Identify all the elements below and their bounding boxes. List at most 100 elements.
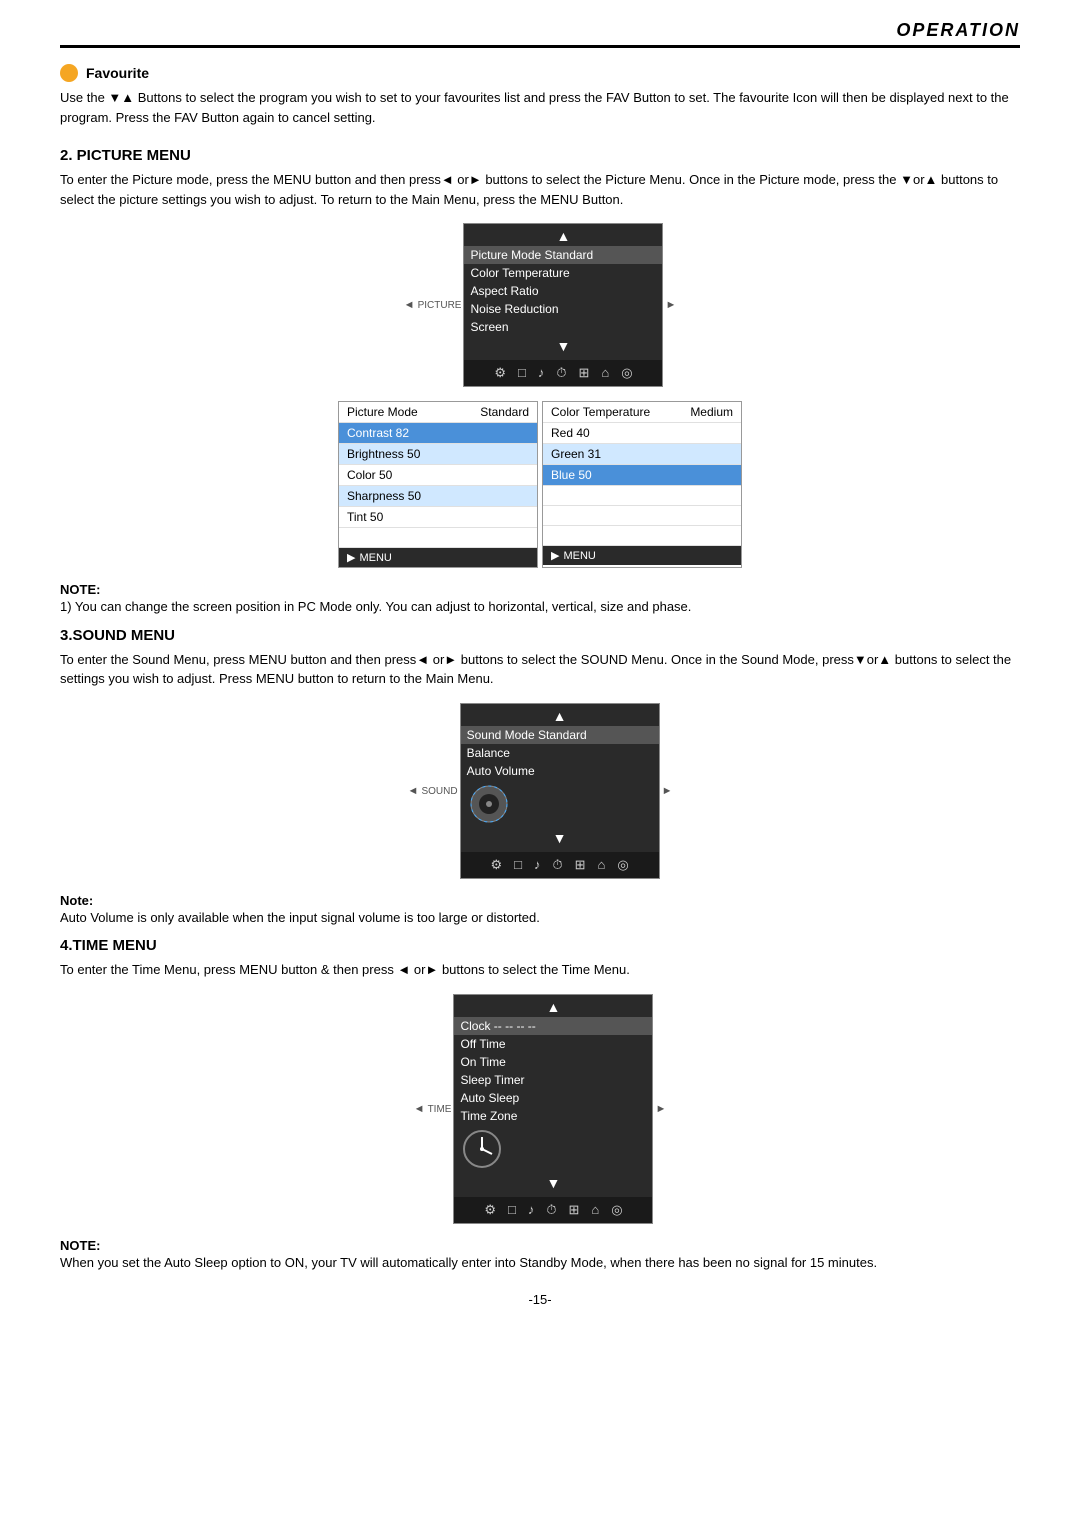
menu-label-left: MENU (359, 552, 391, 564)
circle-icon: ◎ (621, 365, 632, 381)
favourite-body: Use the ▼▲ Buttons to select the program… (60, 88, 1020, 127)
s-sound-icon: ♪ (534, 857, 541, 873)
sound-note-section: Note: Auto Volume is only available when… (60, 893, 1020, 928)
s-grid-icon: ⊞ (575, 857, 586, 873)
sound-nav-right: ► (662, 785, 673, 797)
picture-left-table: Picture Mode Standard Contrast 82 Bright… (338, 401, 538, 568)
menu-arrow-up: ▲ (464, 224, 662, 246)
home-icon: ⌂ (601, 365, 609, 381)
picture-menu-diagram: ◄ PICTURE ▲ Picture Mode Standard Color … (60, 223, 1020, 387)
pic-empty-row4 (543, 526, 741, 546)
time-item-on: On Time (454, 1053, 652, 1071)
menu-icon-right: ▶ (551, 549, 559, 562)
sound-menu-title: 3.SOUND MENU (60, 627, 1020, 644)
picture-nav-right: ► (665, 299, 676, 311)
picture-menu-section: 2. PICTURE MENU To enter the Picture mod… (60, 147, 1020, 568)
picture-label: PICTURE (418, 300, 462, 311)
pic-right-footer: ▶ MENU (543, 546, 741, 565)
time-menu-diagram: ◄ TIME ▲ Clock -- -- -- -- Off Time On T… (60, 994, 1020, 1224)
menu-item-screen: Screen (464, 318, 662, 336)
s-home-icon: ⌂ (598, 857, 606, 873)
picture-menu-box: ▲ Picture Mode Standard Color Temperatur… (463, 223, 663, 387)
color-label: Color 50 (347, 468, 392, 482)
pic-table-header-left: Picture Mode Standard (339, 402, 537, 423)
time-arrow-down: ▼ (454, 1173, 652, 1195)
sound-icon: ♪ (538, 365, 545, 381)
sound-menu-diagram: ◄ SOUND ▲ Sound Mode Standard Balance Au… (60, 703, 1020, 879)
tint-label: Tint 50 (347, 510, 383, 524)
menu-item-noise: Noise Reduction (464, 300, 662, 318)
pic-brightness-row: Brightness 50 (339, 444, 537, 465)
pic-table-header-right: Color Temperature Medium (543, 402, 741, 423)
sound-nav-left: ◄ SOUND (408, 785, 458, 797)
sound-menu-box: ▲ Sound Mode Standard Balance Auto Volum… (460, 703, 660, 879)
picture-arrow-left: ◄ (404, 299, 415, 311)
brightness-label: Brightness 50 (347, 447, 420, 461)
t-screen-icon: □ (508, 1202, 516, 1218)
time-clock-area (454, 1125, 652, 1173)
t-time-icon: ⏱ (546, 1202, 556, 1218)
favourite-icon (60, 64, 78, 82)
sound-disc-area (461, 780, 659, 828)
t-gear-icon: ⚙ (484, 1202, 496, 1218)
red-label: Red 40 (551, 426, 590, 440)
menu-icon-left: ▶ (347, 551, 355, 564)
s-circle-icon: ◎ (617, 857, 628, 873)
t-circle-icon: ◎ (611, 1202, 622, 1218)
sound-menu-section: 3.SOUND MENU To enter the Sound Menu, pr… (60, 627, 1020, 928)
grid-icon: ⊞ (579, 365, 590, 381)
pic-green-row: Green 31 (543, 444, 741, 465)
time-item-clock: Clock -- -- -- -- (454, 1017, 652, 1035)
time-menu-box: ▲ Clock -- -- -- -- Off Time On Time Sle… (453, 994, 653, 1224)
time-nav-left: ◄ TIME (414, 1103, 452, 1115)
sharpness-label: Sharpness 50 (347, 489, 421, 503)
sound-note-text: Auto Volume is only available when the i… (60, 908, 1020, 928)
pic-sharpness-row: Sharpness 50 (339, 486, 537, 507)
time-note-section: NOTE: When you set the Auto Sleep option… (60, 1238, 1020, 1273)
pic-empty-row3 (543, 506, 741, 526)
time-nav-right: ► (655, 1103, 666, 1115)
s-screen-icon: □ (514, 857, 522, 873)
page-number: -15- (60, 1292, 1020, 1307)
t-sound-icon: ♪ (528, 1202, 535, 1218)
time-arrow-left: ◄ (414, 1103, 425, 1115)
menu-arrow-down: ▼ (464, 336, 662, 358)
pic-mode-label: Picture Mode (347, 405, 418, 419)
menu-label-right: MENU (563, 550, 595, 562)
clock-icon (462, 1129, 502, 1169)
favourite-section: Favourite Use the ▼▲ Buttons to select t… (60, 64, 1020, 127)
time-menu-body: To enter the Time Menu, press MENU butto… (60, 960, 1020, 980)
note1-text: 1) You can change the screen position in… (60, 597, 1020, 617)
time-icon: ⏱ (556, 365, 566, 381)
time-icon-bar: ⚙ □ ♪ ⏱ ⊞ ⌂ ◎ (454, 1197, 652, 1223)
time-item-timezone: Time Zone (454, 1107, 652, 1125)
s-gear-icon: ⚙ (490, 857, 502, 873)
header-bar: OPERATION (60, 20, 1020, 48)
gear-icon: ⚙ (494, 365, 506, 381)
menu-item-picture-mode: Picture Mode Standard (464, 246, 662, 264)
menu-item-aspect: Aspect Ratio (464, 282, 662, 300)
picture-menu-body: To enter the Picture mode, press the MEN… (60, 170, 1020, 209)
pic-empty-row (339, 528, 537, 548)
time-menu-section: 4.TIME MENU To enter the Time Menu, pres… (60, 937, 1020, 1272)
time-menu-title: 4.TIME MENU (60, 937, 1020, 954)
color-temp-label: Color Temperature (551, 405, 650, 419)
pic-contrast-row: Contrast 82 (339, 423, 537, 444)
contrast-label: Contrast 82 (347, 426, 409, 440)
blue-label: Blue 50 (551, 468, 592, 482)
color-temp-value: Medium (690, 405, 733, 419)
time-note-text: When you set the Auto Sleep option to ON… (60, 1253, 1020, 1273)
picture-menu-title: 2. PICTURE MENU (60, 147, 1020, 164)
t-grid-icon: ⊞ (568, 1202, 579, 1218)
pic-blue-row: Blue 50 (543, 465, 741, 486)
note1-section: NOTE: 1) You can change the screen posit… (60, 582, 1020, 617)
picture-settings-tables: Picture Mode Standard Contrast 82 Bright… (60, 401, 1020, 568)
picture-right-table: Color Temperature Medium Red 40 Green 31… (542, 401, 742, 568)
favourite-title: Favourite (86, 65, 149, 81)
green-label: Green 31 (551, 447, 601, 461)
sound-label: SOUND (421, 786, 457, 797)
pic-mode-value: Standard (480, 405, 529, 419)
screen-icon: □ (518, 365, 526, 381)
sound-arrow-left: ◄ (408, 785, 419, 797)
s-time-icon: ⏱ (552, 857, 562, 873)
